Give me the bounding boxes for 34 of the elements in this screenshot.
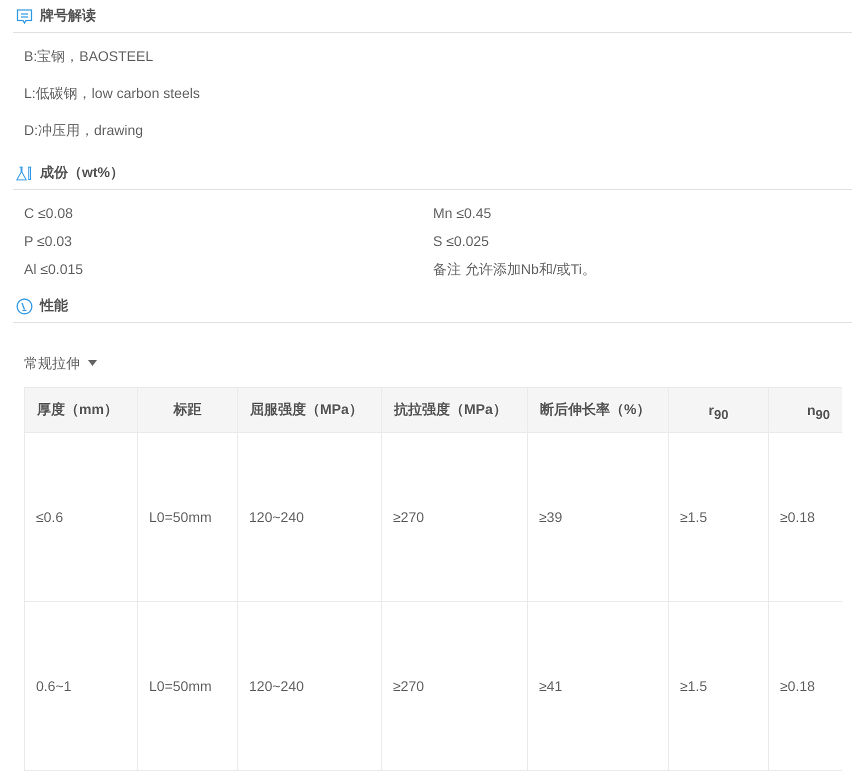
composition-value: 备注 允许添加Nb和/或Ti。 — [433, 260, 597, 278]
section-title: 牌号解读 — [40, 7, 96, 25]
table-cell: ≥1.5 — [668, 602, 768, 770]
decode-line: D:冲压用，drawing — [24, 121, 144, 139]
composition-value: C ≤0.08 — [24, 204, 74, 222]
column-header: 断后伸长率（%） — [528, 388, 668, 432]
table-cell: ≥270 — [382, 602, 528, 770]
composition-value: Al ≤0.015 — [24, 260, 84, 278]
message-icon — [16, 8, 33, 24]
table-cell: ≥1.5 — [668, 432, 768, 602]
composition-value: Mn ≤0.45 — [433, 204, 492, 222]
flask-icon — [16, 164, 33, 182]
table-cell: 0.6~1 — [24, 602, 138, 770]
table-cell: ≥41 — [528, 602, 668, 770]
table-cell: 120~240 — [238, 432, 382, 602]
table-cell: 120~240 — [238, 602, 382, 770]
table-cell: ≤0.6 — [24, 432, 138, 602]
column-header: 屈服强度（MPa） — [238, 388, 382, 432]
table-cell: ≥270 — [382, 432, 528, 602]
section-title: 性能 — [40, 297, 68, 315]
table-cell: ≥39 — [528, 432, 668, 602]
column-header: 抗拉强度（MPa） — [382, 388, 528, 432]
decode-line: B:宝钢，BAOSTEEL — [24, 47, 154, 65]
caret-icon — [88, 360, 97, 366]
composition-value: S ≤0.025 — [433, 232, 490, 250]
decode-line: L:低碳钢，low carbon steels — [24, 84, 201, 102]
table-cell: L0=50mm — [138, 602, 238, 770]
table-cell: L0=50mm — [138, 432, 238, 602]
composition-value: P ≤0.03 — [24, 232, 73, 250]
column-header: 厚度（mm） — [24, 388, 138, 432]
test-type-dropdown[interactable]: 常规拉伸 — [24, 354, 97, 372]
gauge-icon — [16, 298, 33, 314]
section-title: 成份（wt%） — [40, 164, 124, 182]
column-header: 标距 — [138, 388, 238, 432]
